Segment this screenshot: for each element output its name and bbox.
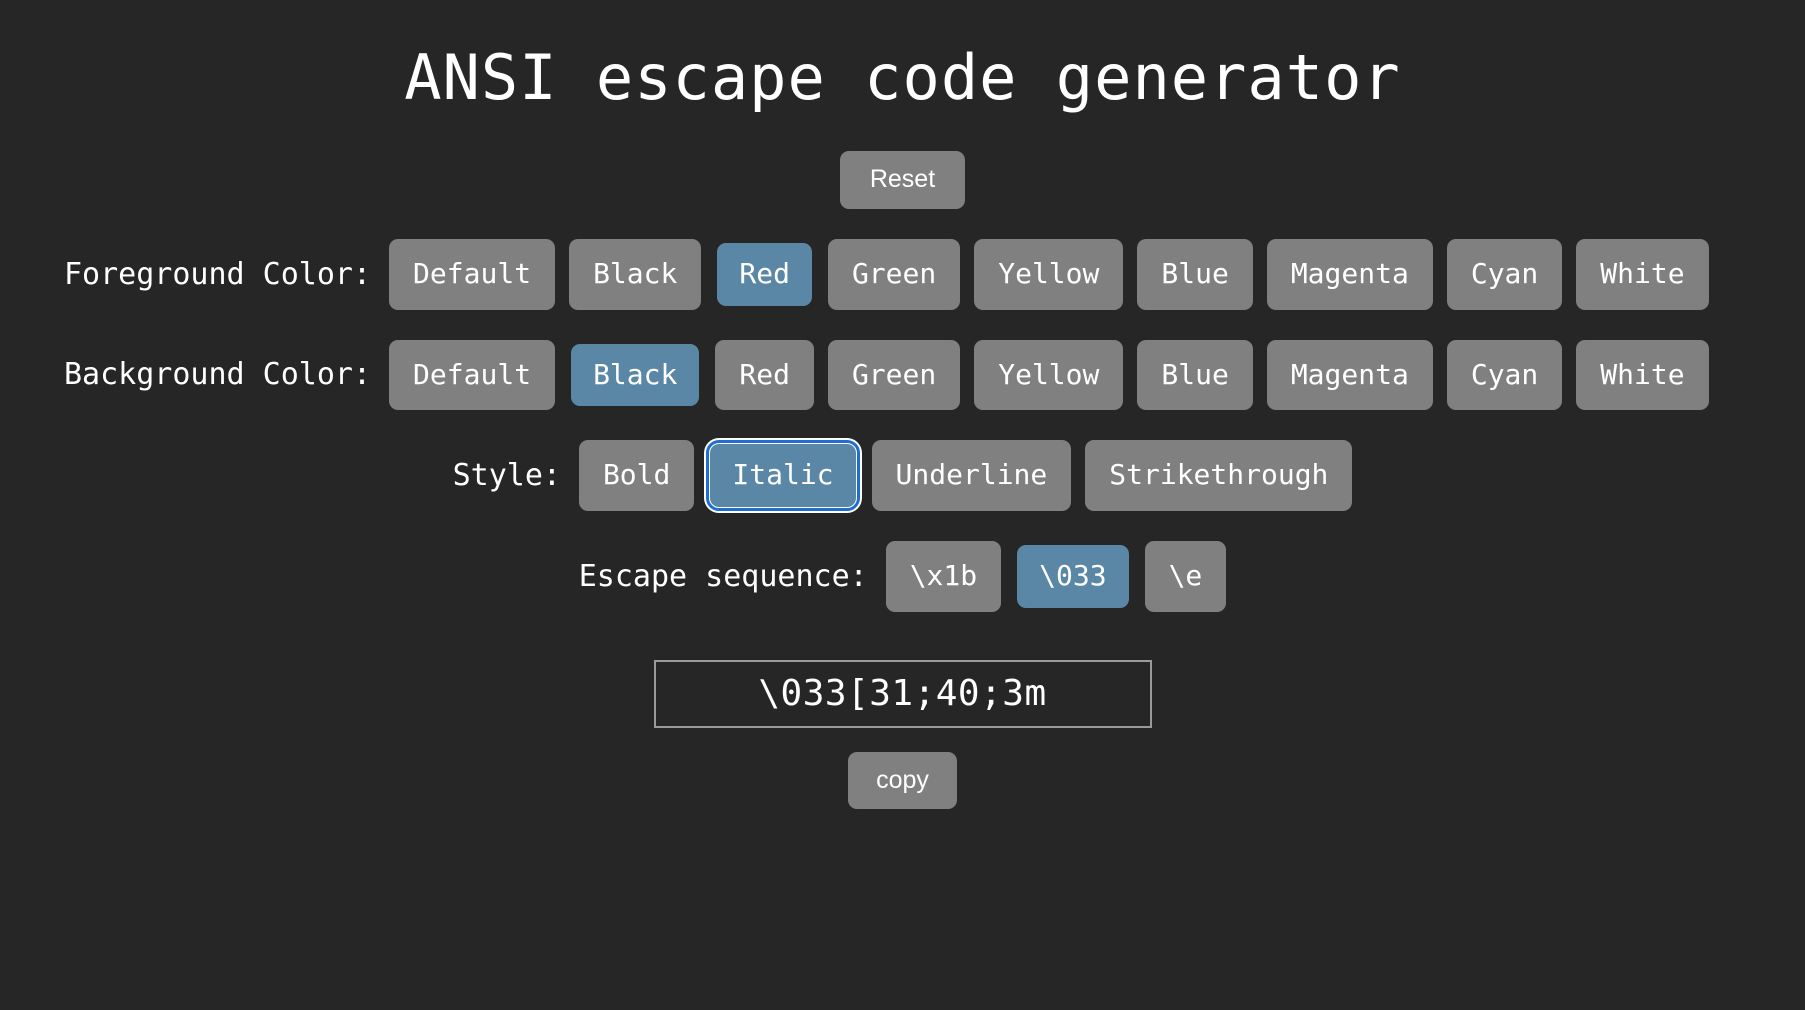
foreground-color-option-6[interactable]: Magenta xyxy=(1266,238,1433,310)
background-color-option-3[interactable]: Green xyxy=(827,339,961,411)
ansi-escape-code-generator-app: ANSI escape code generator Reset Foregro… xyxy=(0,0,1805,1010)
background-color-option-1[interactable]: Black xyxy=(571,343,700,407)
background-color-option-0[interactable]: Default xyxy=(389,339,556,411)
foreground-color-label: Foreground Color: xyxy=(64,256,372,292)
foreground-color-row: Foreground Color: Default Black Red Green Ye… xyxy=(0,238,1805,310)
style-row: Style: Bold Italic Underline Strikethrough xyxy=(0,440,1805,512)
foreground-color-option-5[interactable]: Blue xyxy=(1137,238,1253,310)
foreground-color-option-7[interactable]: Cyan xyxy=(1446,238,1563,310)
background-color-option-2[interactable]: Red xyxy=(715,339,814,411)
reset-button[interactable]: Reset xyxy=(839,151,966,209)
reset-row: Reset xyxy=(0,151,1805,209)
escape-sequence-row: Escape sequence: \x1b \033 \e xyxy=(0,541,1805,612)
background-color-option-5[interactable]: Blue xyxy=(1137,339,1253,411)
output-row: \033[31;40;3m xyxy=(0,659,1805,728)
copy-row: copy xyxy=(0,751,1805,810)
style-option-0[interactable]: Bold xyxy=(578,440,695,512)
style-label: Style: xyxy=(452,458,561,494)
copy-button[interactable]: copy xyxy=(848,751,957,810)
background-color-option-8[interactable]: White xyxy=(1576,339,1709,411)
style-options: Bold Italic Underline Strikethrough xyxy=(578,440,1353,512)
background-color-option-7[interactable]: Cyan xyxy=(1446,339,1563,411)
page-title: ANSI escape code generator xyxy=(404,41,1401,114)
style-option-3[interactable]: Strikethrough xyxy=(1085,440,1353,512)
background-color-option-4[interactable]: Yellow xyxy=(974,339,1124,411)
foreground-color-option-2[interactable]: Red xyxy=(717,242,812,306)
foreground-color-option-8[interactable]: White xyxy=(1576,238,1709,310)
foreground-color-option-1[interactable]: Black xyxy=(569,238,702,310)
foreground-color-option-4[interactable]: Yellow xyxy=(974,238,1124,310)
generated-code-output[interactable]: \033[31;40;3m xyxy=(653,659,1152,728)
background-color-options: Default Black Red Green Yellow Blue Magenta Cya… xyxy=(389,339,1709,411)
foreground-color-options: Default Black Red Green Yellow Blue Magenta Cya… xyxy=(389,238,1709,310)
background-color-row: Background Color: Default Black Red Green Ye… xyxy=(0,339,1805,411)
escape-sequence-option-2[interactable]: \e xyxy=(1144,541,1227,612)
background-color-option-6[interactable]: Magenta xyxy=(1266,339,1433,411)
escape-sequence-option-0[interactable]: \x1b xyxy=(885,541,1002,612)
escape-sequence-options: \x1b \033 \e xyxy=(885,541,1227,612)
background-color-label: Background Color: xyxy=(64,357,372,393)
foreground-color-option-0[interactable]: Default xyxy=(389,238,556,310)
escape-sequence-label: Escape sequence: xyxy=(578,559,868,595)
foreground-color-option-3[interactable]: Green xyxy=(827,238,961,310)
style-option-2[interactable]: Underline xyxy=(871,440,1072,512)
style-option-1[interactable]: Italic xyxy=(706,440,860,512)
escape-sequence-option-1[interactable]: \033 xyxy=(1017,545,1129,608)
